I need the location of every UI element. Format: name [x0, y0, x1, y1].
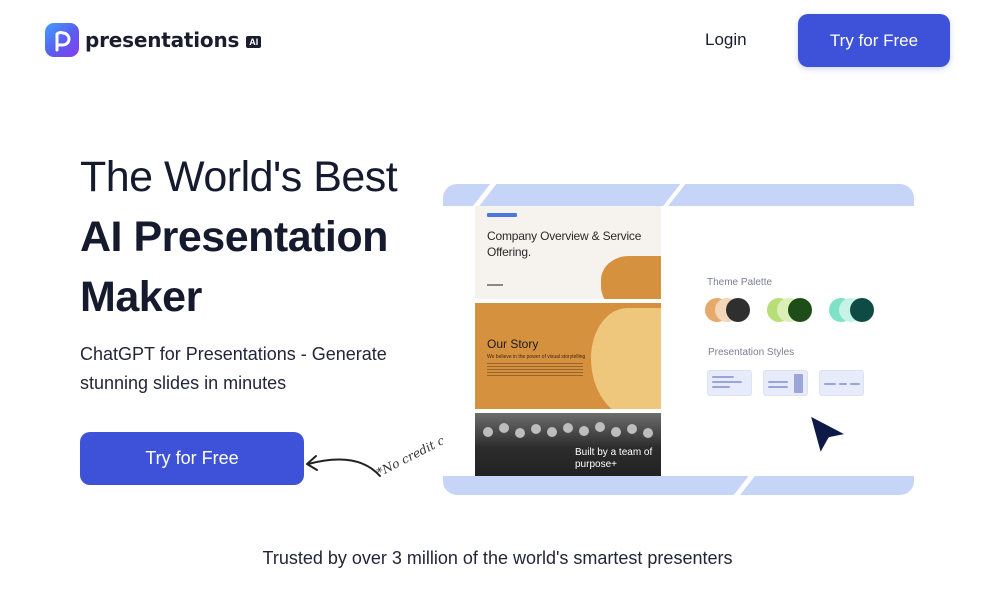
hero-title-line-1: The World's Best: [80, 153, 398, 201]
style-preview-block: [794, 374, 803, 393]
hero-subtitle: ChatGPT for Presentations - Generate stu…: [80, 344, 387, 393]
login-link[interactable]: Login: [705, 30, 747, 50]
nav-try-free-button[interactable]: Try for Free: [798, 14, 950, 67]
brand-logo[interactable]: presentations AI: [45, 23, 262, 57]
slide-subtitle: We believe in the power of visual storyt…: [487, 354, 586, 360]
team-member: [483, 427, 493, 437]
team-member: [611, 427, 621, 437]
style-option-card[interactable]: [819, 370, 864, 396]
style-preview-line: [712, 376, 734, 378]
presentation-styles-label: Presentation Styles: [708, 347, 795, 358]
slide-decoration: [601, 256, 661, 299]
slide-thumbnail[interactable]: Company Overview & Service Offering.: [475, 206, 661, 299]
team-member: [643, 428, 653, 438]
slide-title: Our Story: [487, 337, 539, 351]
trusted-by-text: Trusted by over 3 million of the world's…: [262, 548, 733, 568]
hand-drawn-arrow-icon: [306, 455, 381, 477]
style-option-card[interactable]: [707, 370, 752, 396]
slide-footer-line: [487, 284, 503, 286]
slide-title: Company Overview & Service Offering.: [487, 229, 642, 259]
team-member: [499, 423, 509, 433]
hero-try-free-button[interactable]: Try for Free: [80, 432, 304, 485]
team-member: [547, 427, 557, 437]
slide-title: Built by a team of purpose+: [575, 447, 653, 470]
brand-badge: AI: [246, 36, 262, 48]
theme-palette-label: Theme Palette: [707, 277, 773, 288]
team-member: [563, 423, 573, 433]
slide-decoration: [591, 308, 661, 409]
logo-mark-icon: [45, 23, 79, 57]
style-preview-line: [824, 383, 836, 385]
team-member: [515, 428, 525, 438]
slide-paragraph: [487, 363, 583, 377]
style-preview-line: [839, 383, 847, 385]
slide-logo-mark: [487, 213, 517, 217]
style-preview-line: [768, 381, 788, 383]
team-member: [595, 422, 605, 432]
slide-thumbnails: Company Overview & Service Offering. Our…: [475, 206, 661, 476]
palette-swatch[interactable]: [726, 298, 750, 322]
brand-name: presentations: [85, 28, 240, 52]
cursor-pointer-icon: [806, 411, 852, 459]
hero-title-line-3: Maker: [80, 273, 202, 321]
hero-title-line-2: AI Presentation: [80, 213, 388, 261]
style-preview-line: [712, 386, 730, 388]
style-preview-line: [712, 381, 742, 383]
palette-swatch[interactable]: [850, 298, 874, 322]
product-mockup: Company Overview & Service Offering. Our…: [443, 184, 914, 495]
slide-thumbnail[interactable]: Our Story We believe in the power of vis…: [475, 303, 661, 409]
team-member: [531, 424, 541, 434]
team-member: [579, 426, 589, 436]
slide-thumbnail[interactable]: Built by a team of purpose+: [475, 413, 661, 476]
palette-swatch[interactable]: [788, 298, 812, 322]
style-preview-line: [768, 386, 788, 388]
style-preview-line: [850, 383, 860, 385]
team-member: [627, 424, 637, 434]
style-option-card[interactable]: [763, 370, 808, 396]
